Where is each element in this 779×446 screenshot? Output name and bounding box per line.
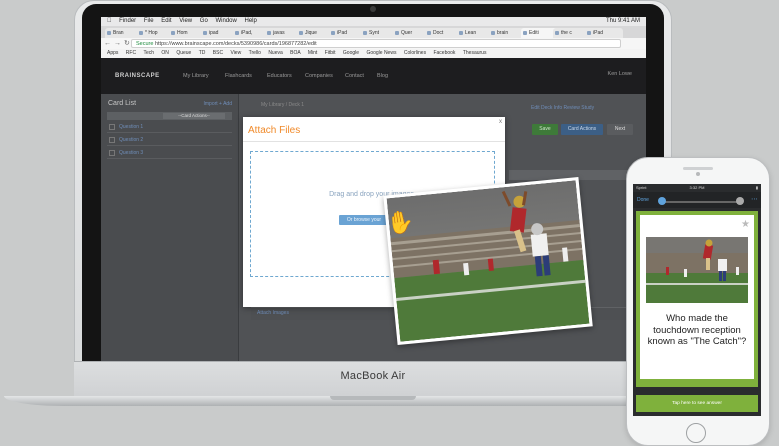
deck-links[interactable]: Edit Deck Info Review Study (531, 105, 594, 111)
nav-companies[interactable]: Companies (305, 73, 333, 79)
flashcard[interactable]: ★ Who made the touchdown reception known… (636, 211, 758, 387)
mac-menubar:  Finder File Edit View Go Window Help T… (101, 17, 646, 26)
bookmark[interactable]: View (230, 50, 241, 56)
bookmark[interactable]: Google News (366, 50, 396, 56)
card-list-sidebar: Card List Import + Add --Card Actions-- … (101, 94, 239, 361)
grab-cursor-icon: ✋ (384, 207, 417, 238)
bookmark[interactable]: Tech (143, 50, 154, 56)
nav-my-library[interactable]: My Library (183, 73, 209, 79)
address-bar[interactable]: Secure https://www.brainscape.com/decks/… (131, 39, 621, 48)
card-actions-select[interactable]: --Card Actions-- (163, 113, 225, 119)
bookmark[interactable]: Facebook (433, 50, 455, 56)
slider-knob-end[interactable] (736, 197, 744, 205)
done-button[interactable]: Done (637, 197, 649, 203)
bookmark[interactable]: Fitbit (325, 50, 336, 56)
bookmark[interactable]: Mint (308, 50, 317, 56)
nav-educators[interactable]: Educators (267, 73, 292, 79)
flashcard-photo (646, 237, 748, 303)
breadcrumb[interactable]: My Library / Deck 1 (261, 102, 304, 108)
flashcard-face: ★ Who made the touchdown reception known… (640, 215, 754, 379)
question-link[interactable]: Question 3 (119, 150, 143, 156)
carrier: Sprint (636, 185, 647, 190)
football-photo (386, 180, 590, 342)
nav-blog[interactable]: Blog (377, 73, 388, 79)
menu-file[interactable]: File (144, 18, 154, 24)
save-button[interactable]: Save (532, 124, 558, 135)
question-link[interactable]: Question 1 (119, 124, 143, 130)
bookmark[interactable]: RFC (126, 50, 136, 56)
browser-tabbar: Bran * Hop Hom ipad iPad, javas Jique iP… (101, 26, 646, 38)
user-menu[interactable]: Ken Lowe (608, 71, 632, 77)
nav-buttons[interactable]: ←→↻ (104, 39, 133, 47)
card-list-toolbar: --Card Actions-- (107, 112, 232, 120)
more-icon[interactable]: ⋯ (751, 195, 758, 203)
card-actions-button[interactable]: Card Actions (561, 124, 603, 135)
card-list-title: Card List (108, 100, 137, 107)
laptop-camera (370, 6, 376, 12)
next-button[interactable]: Next (607, 124, 633, 135)
dragged-photo[interactable] (383, 176, 593, 346)
row-checkbox[interactable] (109, 123, 115, 130)
menu-view[interactable]: View (179, 18, 192, 24)
confidence-slider[interactable] (663, 201, 743, 203)
phone-time: 3:32 PM (689, 185, 705, 190)
menu-edit[interactable]: Edit (161, 18, 171, 24)
show-answer-button[interactable]: Tap here to see answer (636, 395, 758, 412)
menu-go[interactable]: Go (200, 18, 208, 24)
star-icon[interactable]: ★ (741, 219, 750, 230)
laptop-notch (330, 396, 416, 400)
forward-icon[interactable]: → (114, 40, 124, 47)
phone-screen: Sprint 3:32 PM ▮ Done ⋯ ★ Who made the t… (633, 184, 761, 416)
flashcard-question: Who made the touchdown reception known a… (647, 313, 747, 347)
nav-flashcards[interactable]: Flashcards (225, 73, 252, 79)
secure-label: Secure (136, 41, 154, 47)
attach-images-link[interactable]: Attach Images (257, 310, 289, 316)
bookmark[interactable]: Apps (107, 50, 118, 56)
phone-camera (696, 172, 700, 176)
bookmark[interactable]: Google (343, 50, 359, 56)
modal-divider (243, 141, 505, 142)
bookmark[interactable]: Thesaurus (463, 50, 487, 56)
modal-title: Attach Files (248, 125, 301, 136)
card-list-actions[interactable]: Import + Add (204, 101, 233, 107)
bookmark[interactable]: BSC (213, 50, 223, 56)
bookmark[interactable]: ON (161, 50, 169, 56)
nav-contact[interactable]: Contact (345, 73, 364, 79)
browse-button[interactable]: Or browse your (339, 215, 389, 225)
close-icon[interactable]: x (499, 119, 502, 125)
menubar-clock[interactable]: Thu 9:41 AM (606, 17, 640, 26)
apple-icon[interactable]:  (107, 18, 112, 24)
site-navbar: BRAINSCAPE My Library Flashcards Educato… (101, 58, 646, 94)
bookmark[interactable]: Trello (249, 50, 261, 56)
site-logo[interactable]: BRAINSCAPE (115, 73, 160, 79)
bookmark[interactable]: Queue (176, 50, 191, 56)
browser-tab[interactable]: iPad (585, 28, 623, 38)
menu-window[interactable]: Window (215, 18, 236, 24)
slider-knob[interactable] (658, 197, 666, 205)
bookmark[interactable]: Nueva (268, 50, 282, 56)
bookmark[interactable]: BOA (290, 50, 300, 56)
home-button[interactable] (686, 423, 706, 443)
row-checkbox[interactable] (109, 136, 115, 143)
question-link[interactable]: Question 2 (119, 137, 143, 143)
list-item[interactable]: Question 1 (107, 122, 232, 133)
url-text: https://www.brainscape.com/decks/5390986… (154, 41, 317, 47)
menu-finder[interactable]: Finder (119, 18, 136, 24)
phone-status-bar: Sprint 3:32 PM ▮ (633, 184, 761, 192)
list-item[interactable]: Question 3 (107, 148, 232, 159)
battery-icon: ▮ (755, 185, 758, 190)
list-item[interactable]: Question 2 (107, 135, 232, 146)
row-checkbox[interactable] (109, 149, 115, 156)
bookmark[interactable]: Colorlines (404, 50, 426, 56)
study-header: Done ⋯ (633, 192, 761, 208)
laptop-brand: MacBook Air (340, 370, 406, 382)
bookmark[interactable]: TD (199, 50, 206, 56)
menu-help[interactable]: Help (245, 18, 257, 24)
back-icon[interactable]: ← (104, 40, 114, 47)
phone-speaker (683, 167, 713, 170)
